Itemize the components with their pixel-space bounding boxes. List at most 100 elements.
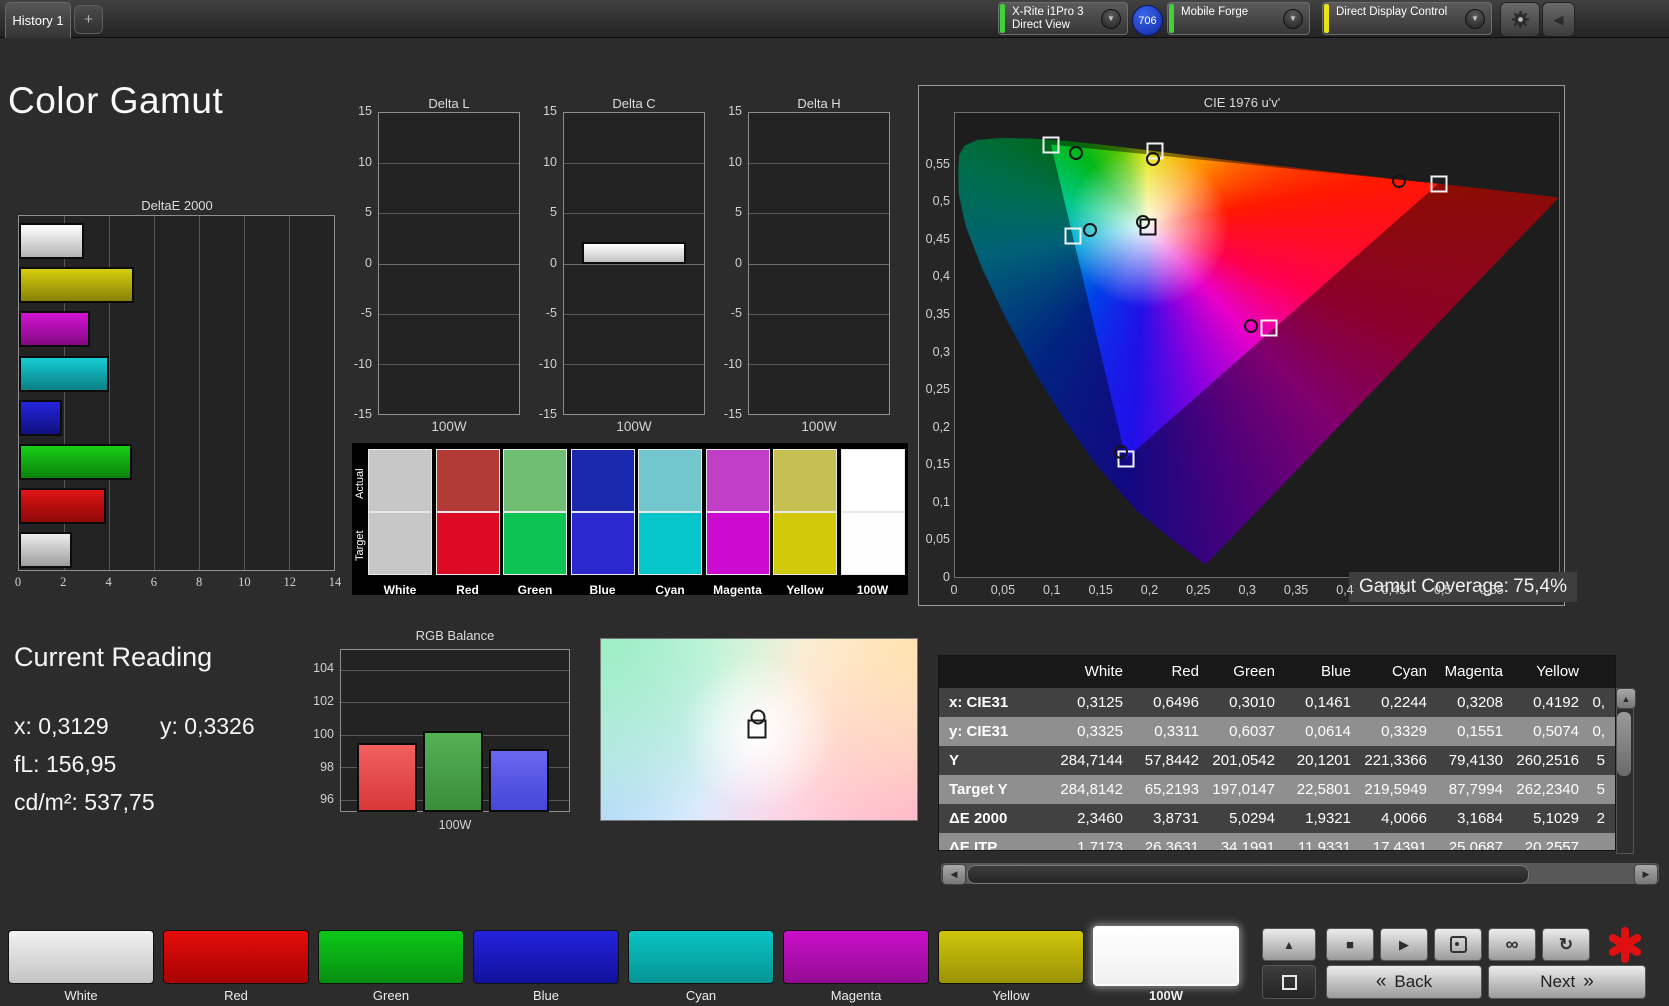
swatch-magenta: Magenta xyxy=(705,449,770,597)
table-cell: 0,0614 xyxy=(1305,723,1351,740)
tab-history-1[interactable]: History 1 xyxy=(5,2,71,38)
column-header-yellow: Yellow xyxy=(1536,663,1579,680)
top-toolbar: History 1 + X-Rite i1Pro 3 Direct View ▼ … xyxy=(0,0,1669,38)
grid-line xyxy=(564,163,704,165)
collapse-toolbar-button[interactable]: ◀ xyxy=(1542,2,1575,37)
axis-tick-label: -15 xyxy=(538,407,557,421)
next-button[interactable]: Next » xyxy=(1488,965,1646,999)
measured-marker-green xyxy=(1068,146,1083,161)
table-cell: 0,6037 xyxy=(1229,723,1275,740)
stop-button[interactable]: ■ xyxy=(1326,928,1374,961)
new-tab-button[interactable]: + xyxy=(74,5,103,34)
grid-line xyxy=(749,263,889,265)
single-measure-button[interactable] xyxy=(1434,928,1482,961)
deltae2000-chart xyxy=(18,215,335,571)
measured-marker-blue xyxy=(1113,445,1128,460)
axis-tick-label: 0,35 xyxy=(1283,583,1309,597)
table-cell-partial: 5 xyxy=(1596,781,1605,798)
display-control-name: Direct Display Control xyxy=(1336,6,1448,18)
axis-tick-label: 96 xyxy=(320,792,334,807)
deltae-bar-100w xyxy=(19,223,84,259)
measured-marker-cyan xyxy=(1083,223,1098,238)
scroll-up-button[interactable]: ▲ xyxy=(1616,688,1636,709)
chart-plot xyxy=(378,112,520,415)
table-cell-partial: 5 xyxy=(1596,752,1605,769)
back-button[interactable]: « Back xyxy=(1326,965,1482,999)
axis-tick-label: 15 xyxy=(728,104,742,118)
chevron-down-icon[interactable]: ▼ xyxy=(1101,8,1121,29)
deltae-bar-white xyxy=(19,532,72,569)
swatch-label: Cyan xyxy=(655,583,685,597)
patch-button-cyan[interactable] xyxy=(628,930,774,984)
settings-button[interactable] xyxy=(1500,2,1540,37)
table-horizontal-scrollbar[interactable]: ◀ ▶ xyxy=(940,862,1660,885)
calibration-asterisk-icon[interactable] xyxy=(1600,924,1650,966)
axis-tick-label: 10 xyxy=(238,575,251,589)
grid-line xyxy=(289,216,290,570)
axis-tick-label: -5 xyxy=(730,306,742,320)
chevron-down-icon[interactable]: ▼ xyxy=(1283,8,1303,29)
target-swatch xyxy=(503,511,567,575)
axis-tick-label: 8 xyxy=(196,575,203,589)
axis-tick-label: 102 xyxy=(313,693,334,708)
swatch-label: Blue xyxy=(589,583,616,597)
patch-button-magenta[interactable] xyxy=(783,930,929,984)
patch-button-100w[interactable] xyxy=(1093,926,1239,986)
pattern-window-button[interactable] xyxy=(1262,965,1316,999)
patch-button-red[interactable] xyxy=(163,930,309,984)
swatch-red: Red xyxy=(435,449,500,597)
patch-button-yellow[interactable] xyxy=(938,930,1084,984)
axis-tick-label: 0,2 xyxy=(1140,583,1159,597)
meter-dropdown[interactable]: X-Rite i1Pro 3 Direct View ▼ xyxy=(998,2,1128,35)
measurement-table: White Red Green Blue Cyan Magenta Yellow x: CIE… xyxy=(938,655,1616,851)
axis-tick-label: 0,1 xyxy=(932,494,950,509)
target-swatch xyxy=(570,511,635,575)
target-marker-cyan xyxy=(1064,227,1082,245)
square-icon xyxy=(1281,974,1297,990)
tab-label: History 1 xyxy=(12,13,64,28)
display-status-indicator xyxy=(1324,4,1329,33)
actual-swatch xyxy=(840,449,905,513)
row-label: ΔE 2000 xyxy=(949,810,1008,827)
patch-button-white[interactable] xyxy=(8,930,154,984)
table-cell: 197,0147 xyxy=(1212,781,1275,798)
scroll-left-button[interactable]: ◀ xyxy=(942,864,966,885)
chart-title: Delta C xyxy=(612,96,656,111)
play-button[interactable]: ▶ xyxy=(1380,928,1428,961)
loop-button[interactable]: ↻ xyxy=(1542,928,1590,961)
continuous-measure-button[interactable]: ∞ xyxy=(1488,928,1536,961)
display-control-dropdown[interactable]: Direct Display Control ▼ xyxy=(1322,2,1492,35)
deltae2000-chart-title: DeltaE 2000 xyxy=(141,198,213,213)
chevron-down-icon[interactable]: ▼ xyxy=(1465,8,1485,29)
table-cell: 57,8442 xyxy=(1144,752,1199,769)
source-dropdown[interactable]: Mobile Forge ▼ xyxy=(1167,2,1310,35)
scroll-right-button[interactable]: ▶ xyxy=(1634,864,1658,885)
patch-button-label: Red xyxy=(224,988,248,1003)
table-cell: 2,3460 xyxy=(1077,810,1123,827)
table-row: ΔE 2000 2,3460 3,8731 5,0294 1,9321 4,0066 3,1… xyxy=(939,804,1615,833)
table-cell: 1,9321 xyxy=(1305,810,1351,827)
target-swatch xyxy=(368,511,432,575)
cie1976-panel: CIE 1976 u'v' Gamut Coverage: 75,4% 0,55… xyxy=(918,85,1577,606)
chevron-left-icon: « xyxy=(1375,971,1387,992)
loop-icon: ↻ xyxy=(1558,934,1574,954)
target-marker-green xyxy=(1042,136,1060,154)
patch-button-label: White xyxy=(64,988,98,1003)
panel-up-button[interactable]: ▲ xyxy=(1262,928,1316,961)
patch-button-blue[interactable] xyxy=(473,930,619,984)
axis-tick-label: 0,4 xyxy=(1336,583,1354,597)
grid-line xyxy=(379,363,519,365)
table-hscroll-thumb[interactable] xyxy=(967,865,1529,884)
patch-button-green[interactable] xyxy=(318,930,464,984)
grid-line xyxy=(379,313,519,315)
swatch-green: Green xyxy=(503,449,567,597)
table-cell: 0,3311 xyxy=(1154,723,1199,740)
deltae-bar-blue xyxy=(19,399,63,436)
axis-tick-label: 10 xyxy=(358,154,372,169)
delta-bar-100w xyxy=(582,242,686,265)
table-row: Y 284,7144 57,8442 201,0542 20,1201 221,3366 7… xyxy=(939,746,1615,775)
cie1976-title: CIE 1976 u'v' xyxy=(1203,95,1281,110)
axis-tick-label: 0 xyxy=(943,570,950,584)
meter-count-badge[interactable]: 706 xyxy=(1132,5,1163,36)
table-vscroll-thumb[interactable] xyxy=(1617,712,1631,776)
